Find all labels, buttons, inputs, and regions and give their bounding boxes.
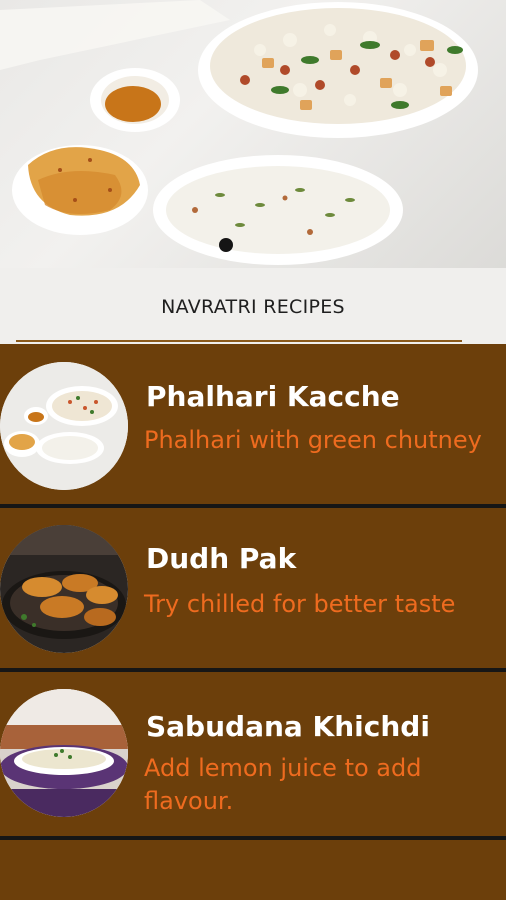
recipe-subtitle: Try chilled for better taste <box>144 590 456 618</box>
title-divider <box>16 340 462 342</box>
recipe-item-phalhari-kacche[interactable]: Phalhari Kacche Phalhari with green chut… <box>0 344 506 504</box>
recipe-subtitle: Add lemon juice to add flavour. <box>144 754 422 815</box>
recipe-thumbnail <box>0 689 128 817</box>
recipe-image-icon <box>0 362 128 490</box>
title-bar: NAVRATRI RECIPES <box>0 268 506 344</box>
recipe-title: Sabudana Khichdi <box>146 710 430 743</box>
recipe-image-icon <box>0 525 128 653</box>
recipe-title: Phalhari Kacche <box>146 380 400 413</box>
recipe-thumbnail <box>0 525 128 653</box>
hero-food-image <box>0 0 478 265</box>
hero-banner[interactable] <box>0 0 506 268</box>
recipe-subtitle: Phalhari with green chutney <box>144 426 482 454</box>
recipe-item-dudh-pak[interactable]: Dudh Pak Try chilled for better taste <box>0 508 506 668</box>
row-divider <box>0 836 506 840</box>
recipe-thumbnail <box>0 362 128 490</box>
recipe-image-icon <box>0 689 128 817</box>
recipe-title: Dudh Pak <box>146 542 297 575</box>
recipe-item-sabudana-khichdi[interactable]: Sabudana Khichdi Add lemon juice to add … <box>0 672 506 832</box>
carousel-indicator-dot[interactable] <box>219 238 233 252</box>
recipe-list: Phalhari Kacche Phalhari with green chut… <box>0 344 506 900</box>
page-title: NAVRATRI RECIPES <box>161 296 345 318</box>
